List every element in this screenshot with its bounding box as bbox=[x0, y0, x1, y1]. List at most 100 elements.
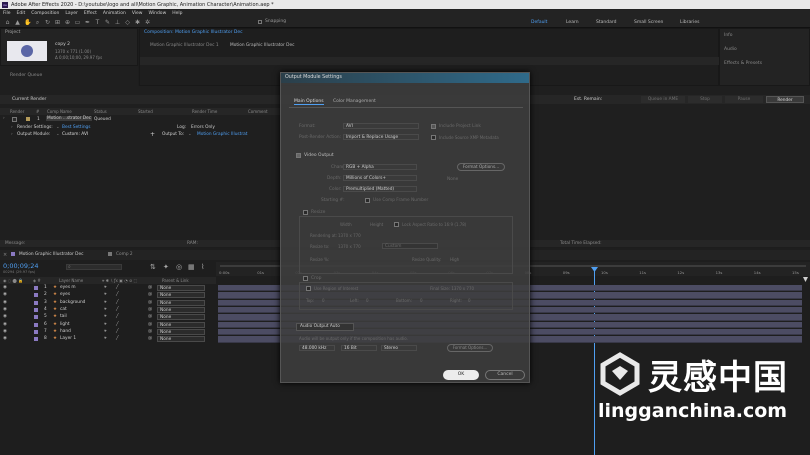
home-icon[interactable]: ⌂ bbox=[4, 19, 11, 26]
menu-layer[interactable]: Layer bbox=[65, 11, 78, 16]
parent-dropdown[interactable]: None bbox=[157, 299, 205, 306]
quality-switch-icon[interactable]: ╱ bbox=[116, 322, 119, 327]
roto-brush-tool-icon[interactable]: ✱ bbox=[134, 19, 141, 26]
color-dropdown[interactable]: Premultiplied (Matted) bbox=[343, 186, 417, 192]
resize-to-dropdown[interactable]: Custom bbox=[382, 243, 438, 249]
frame-blending-icon[interactable]: ▦ bbox=[188, 263, 195, 271]
camera-tool-icon[interactable]: ⊞ bbox=[54, 19, 61, 26]
pick-whip-icon[interactable]: @ bbox=[148, 300, 152, 305]
column-number[interactable]: # bbox=[36, 109, 39, 114]
shy-switch-icon[interactable]: ⚹ bbox=[104, 336, 107, 341]
rotate-tool-icon[interactable]: ↻ bbox=[44, 19, 51, 26]
quality-switch-icon[interactable]: ╱ bbox=[116, 314, 119, 319]
shy-switch-icon[interactable]: ⚹ bbox=[104, 314, 107, 319]
shy-switch-icon[interactable]: ⚹ bbox=[104, 307, 107, 312]
selection-tool-icon[interactable]: ▲ bbox=[14, 19, 21, 26]
output-to-dropdown-icon[interactable]: ⌄ bbox=[188, 132, 192, 137]
timeline-comp-tab[interactable]: Motion Graphic Illustrator Dec bbox=[19, 252, 84, 257]
layer-label-swatch[interactable] bbox=[34, 308, 38, 313]
output-module-value[interactable]: Custom: AVI bbox=[62, 132, 88, 137]
render-queue-tab[interactable]: Render Queue bbox=[10, 73, 42, 78]
composition-tab[interactable]: Composition: Motion Graphic Illustrator … bbox=[140, 29, 718, 36]
snapping-checkbox[interactable] bbox=[258, 20, 262, 24]
video-output-checkbox[interactable] bbox=[296, 153, 301, 158]
draft-3d-icon[interactable]: ✦ bbox=[163, 263, 169, 271]
rectangle-tool-icon[interactable]: ▭ bbox=[74, 19, 81, 26]
label-color-swatch[interactable] bbox=[26, 117, 30, 121]
output-module-dropdown-icon[interactable]: ⌄ bbox=[56, 132, 60, 137]
visibility-eye-icon[interactable]: ◉ bbox=[3, 329, 7, 334]
workspace-standard[interactable]: Standard bbox=[596, 20, 616, 25]
effects-presets-tab[interactable]: Effects & Presets bbox=[724, 61, 762, 66]
layer-row[interactable]: ◉ 6 ★ light ⚹ ╱ @ None bbox=[0, 321, 216, 328]
render-checkbox[interactable] bbox=[12, 117, 17, 122]
workspace-small-screen[interactable]: Small Screen bbox=[634, 20, 663, 25]
format-options-button[interactable]: Format Options... bbox=[457, 163, 505, 171]
format-dropdown[interactable]: AVI bbox=[343, 123, 419, 129]
shy-switch-icon[interactable]: ⚹ bbox=[104, 322, 107, 327]
eraser-tool-icon[interactable]: ◇ bbox=[124, 19, 131, 26]
expand-arrow-icon[interactable]: › bbox=[3, 116, 5, 121]
layer-row[interactable]: ◉ 1 ★ eyes m ⚹ ╱ @ None bbox=[0, 285, 216, 291]
comp-flow-item-2[interactable]: Motion Graphic Illustrator Dec bbox=[230, 43, 295, 48]
layer-name[interactable]: eyes m bbox=[60, 285, 76, 290]
column-comp-name[interactable]: Comp Name bbox=[47, 109, 72, 114]
pick-whip-icon[interactable]: @ bbox=[148, 314, 152, 319]
audio-panel-tab[interactable]: Audio bbox=[724, 47, 737, 52]
depth-dropdown[interactable]: Millions of Colors+ bbox=[343, 175, 417, 181]
audio-bits-dropdown[interactable]: 16 Bit bbox=[341, 345, 377, 351]
queue-in-ame-button[interactable]: Queue in AME bbox=[641, 96, 685, 103]
zoom-tool-icon[interactable]: ⌕ bbox=[34, 19, 41, 26]
audio-output-dropdown[interactable]: Audio Output Auto bbox=[296, 323, 354, 331]
use-roi-checkbox[interactable] bbox=[306, 286, 311, 291]
menu-animation[interactable]: Animation bbox=[103, 11, 126, 16]
layer-label-swatch[interactable] bbox=[34, 286, 38, 290]
crop-right-value[interactable]: 0 bbox=[468, 298, 471, 303]
pick-whip-icon[interactable]: @ bbox=[148, 285, 152, 290]
column-render-time[interactable]: Render Time bbox=[192, 109, 217, 114]
layer-name[interactable]: light bbox=[60, 322, 70, 327]
menu-help[interactable]: Help bbox=[172, 11, 182, 16]
shy-switch-icon[interactable]: ⚹ bbox=[104, 292, 107, 297]
parent-dropdown[interactable]: None bbox=[157, 329, 205, 336]
parent-link-header[interactable]: Parent & Link bbox=[162, 278, 189, 283]
parent-dropdown[interactable]: None bbox=[157, 292, 205, 299]
audio-format-options-button[interactable]: Format Options... bbox=[447, 344, 493, 352]
workspace-libraries[interactable]: Libraries bbox=[680, 20, 699, 25]
render-item-comp[interactable]: Motion ...strator Dec bbox=[46, 116, 93, 121]
visibility-eye-icon[interactable]: ◉ bbox=[3, 336, 7, 341]
comp-flow-item-1[interactable]: Motion Graphic Illustrator Dec 1 bbox=[150, 43, 219, 48]
cancel-button[interactable]: Cancel bbox=[485, 370, 525, 380]
quality-switch-icon[interactable]: ╱ bbox=[116, 336, 119, 341]
include-project-link-checkbox[interactable] bbox=[431, 124, 436, 129]
parent-dropdown[interactable]: None bbox=[157, 285, 205, 291]
ok-button[interactable]: OK bbox=[443, 370, 479, 380]
visibility-eye-icon[interactable]: ◉ bbox=[3, 292, 7, 297]
menu-effect[interactable]: Effect bbox=[84, 11, 97, 16]
layer-name[interactable]: hand bbox=[60, 329, 71, 334]
render-button[interactable]: Render bbox=[766, 96, 804, 103]
pick-whip-icon[interactable]: @ bbox=[148, 292, 152, 297]
layer-row[interactable]: ◉ 3 ★ background ⚹ ╱ @ None bbox=[0, 299, 216, 306]
hand-tool-icon[interactable]: ✋ bbox=[24, 19, 31, 26]
output-module-expand-icon[interactable]: › bbox=[11, 132, 13, 137]
quality-switch-icon[interactable]: ╱ bbox=[116, 292, 119, 297]
crop-checkbox[interactable] bbox=[303, 276, 308, 281]
shy-switch-icon[interactable]: ⚹ bbox=[104, 329, 107, 334]
menu-edit[interactable]: Edit bbox=[17, 11, 26, 16]
visibility-eye-icon[interactable]: ◉ bbox=[3, 285, 7, 290]
layer-row[interactable]: ◉ 5 ★ tail ⚹ ╱ @ None bbox=[0, 314, 216, 321]
tab-color-management[interactable]: Color Management bbox=[333, 99, 376, 104]
tab-main-options[interactable]: Main Options bbox=[294, 99, 324, 105]
pen-tool-icon[interactable]: ✒ bbox=[84, 19, 91, 26]
render-queue-item[interactable]: › 1 Motion ...strator Dec Queued bbox=[0, 116, 280, 123]
pause-button[interactable]: Pause bbox=[725, 96, 763, 103]
current-timecode[interactable]: 0;00;09;24 bbox=[3, 262, 39, 270]
channels-dropdown[interactable]: RGB + Alpha bbox=[343, 164, 417, 170]
layer-name[interactable]: background bbox=[60, 300, 85, 305]
column-render[interactable]: Render bbox=[10, 109, 24, 114]
layer-row[interactable]: ◉ 4 ★ cat ⚹ ╱ @ None bbox=[0, 307, 216, 314]
quality-switch-icon[interactable]: ╱ bbox=[116, 300, 119, 305]
layer-label-swatch[interactable] bbox=[34, 322, 38, 327]
crop-top-value[interactable]: 0 bbox=[322, 298, 325, 303]
